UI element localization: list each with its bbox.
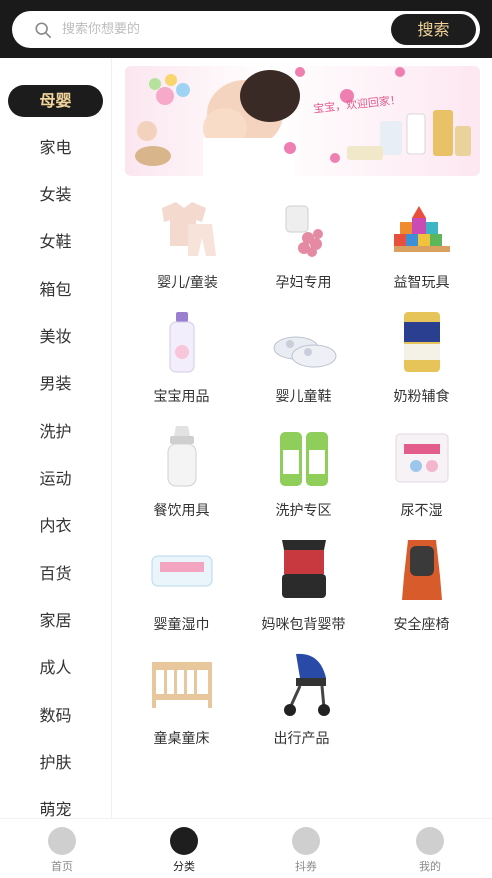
product-label: 尿不湿 [400,503,443,519]
bottom-tab-bar: 首页 分类 抖券 我的 [0,818,492,878]
product-baby-supplies[interactable]: 宝宝用品 [124,308,239,413]
product-crib[interactable]: 童桌童床 [124,650,239,755]
category-item[interactable]: 箱包 [8,274,103,306]
pregnancy-items-icon [285,205,323,257]
product-car-seat[interactable]: 安全座椅 [364,536,479,641]
category-icon [170,827,198,855]
product-label: 餐饮用具 [153,503,210,519]
tab-label: 分类 [173,860,195,873]
category-item[interactable]: 美妆 [8,321,103,353]
crib-icon [152,662,212,708]
feeding-bottle-icon [167,426,197,487]
category-item[interactable]: 成人 [8,652,103,684]
search-input[interactable] [62,11,382,48]
detergent-icon [280,432,328,486]
product-wet-wipes[interactable]: 婴童湿巾 [124,536,239,641]
product-diapers[interactable]: 尿不湿 [364,422,479,527]
car-seat-icon [402,540,442,600]
milk-powder-icon [404,312,440,372]
top-bar: 搜索 [0,0,492,58]
category-item[interactable]: 女鞋 [8,226,103,258]
product-stroller[interactable]: 出行产品 [244,650,359,755]
profile-icon [416,827,444,855]
product-baby-shoes[interactable]: 婴儿童鞋 [246,308,361,413]
tab-coupon[interactable]: 抖券 [266,825,346,875]
product-feeding[interactable]: 餐饮用具 [124,422,239,527]
mother-baby-image [135,67,471,176]
product-label: 出行产品 [273,731,330,747]
category-item-active[interactable]: 母婴 [8,85,103,117]
product-label: 宝宝用品 [153,389,210,405]
category-item[interactable]: 数码 [8,700,103,732]
product-pregnancy[interactable]: 孕妇专用 [246,194,361,299]
product-label: 洗护专区 [275,503,332,519]
tab-category[interactable]: 分类 [144,825,224,875]
category-item[interactable]: 男装 [8,368,103,400]
stroller-icon [284,653,330,716]
category-item[interactable]: 百货 [8,558,103,590]
product-label: 婴儿/童装 [157,275,218,291]
category-item[interactable]: 女装 [8,179,103,211]
product-wash-care[interactable]: 洗护专区 [246,422,361,527]
category-item[interactable]: 洗护 [8,416,103,448]
tab-label: 抖券 [295,860,317,873]
category-item[interactable]: 萌宠 [8,794,103,818]
product-toys[interactable]: 益智玩具 [364,194,479,299]
diapers-icon [395,433,449,483]
home-icon [48,827,76,855]
product-baby-clothes[interactable]: 婴儿/童装 [130,194,245,299]
product-baby-carrier[interactable]: 妈咪包背婴带 [246,536,361,641]
baby-shoes-icon [273,336,337,368]
category-item[interactable]: 运动 [8,463,103,495]
baby-lotion-icon [169,312,195,373]
product-label: 安全座椅 [393,617,450,633]
search-icon [35,22,52,39]
tab-label: 我的 [419,860,441,873]
category-item[interactable]: 家居 [8,605,103,637]
tab-profile[interactable]: 我的 [390,825,470,875]
category-item[interactable]: 家电 [8,132,103,164]
product-label: 奶粉辅食 [393,389,450,405]
coupon-icon [292,827,320,855]
search-bar[interactable]: 搜索 [12,11,480,48]
product-label: 童桌童床 [153,731,210,747]
building-blocks-icon [394,206,450,252]
tab-home[interactable]: 首页 [22,825,102,875]
category-item[interactable]: 内衣 [8,510,103,542]
product-label: 妈咪包背婴带 [261,617,346,633]
product-label: 孕妇专用 [275,275,332,291]
promo-banner[interactable]: 宝宝，欢迎回家！ [125,66,480,176]
baby-carrier-icon [282,540,326,598]
tab-label: 首页 [51,860,73,873]
product-milk-powder[interactable]: 奶粉辅食 [364,308,479,413]
category-sidebar: 母婴 家电 女装 女鞋 箱包 美妆 男装 洗护 运动 内衣 百货 家居 成人 数… [0,58,112,818]
product-label: 婴童湿巾 [153,617,210,633]
product-label: 益智玩具 [393,275,450,291]
product-label: 婴儿童鞋 [275,389,332,405]
category-item[interactable]: 护肤 [8,747,103,779]
baby-clothes-icon [162,202,216,256]
search-button[interactable]: 搜索 [391,14,476,45]
wet-wipes-icon [151,555,213,587]
